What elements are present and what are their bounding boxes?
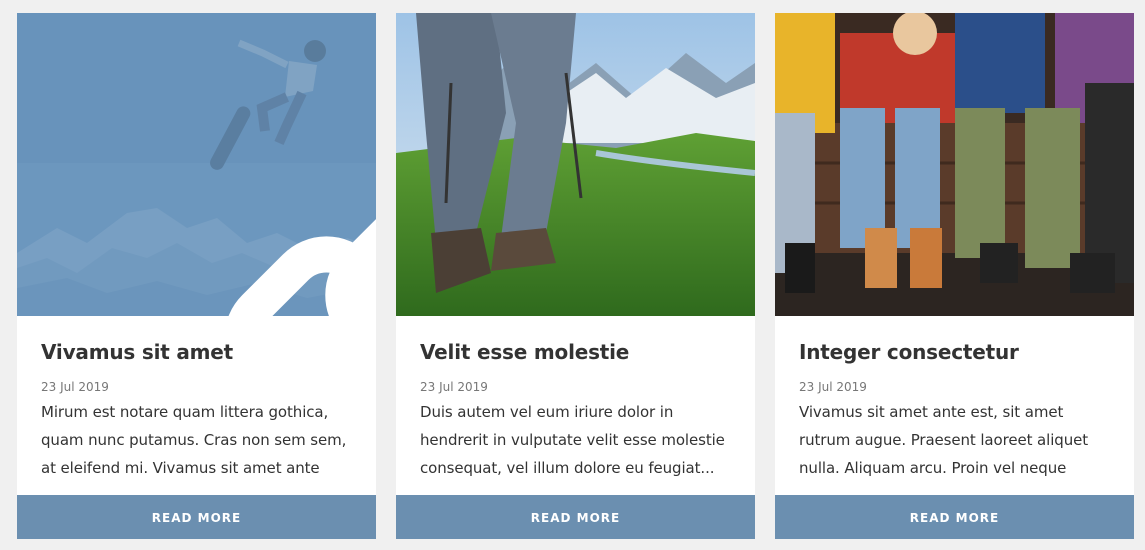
group-image <box>775 13 1134 316</box>
card-image-link[interactable] <box>775 13 1134 316</box>
card-title[interactable]: Vivamus sit amet <box>41 336 352 368</box>
blog-card: Integer consectetur 23 Jul 2019 Vivamus … <box>775 13 1134 539</box>
card-date: 23 Jul 2019 <box>799 380 867 394</box>
card-date: 23 Jul 2019 <box>420 380 488 394</box>
read-more-button[interactable]: READ MORE <box>17 495 376 539</box>
link-icon[interactable] <box>177 145 376 316</box>
card-excerpt: Duis autem vel eum iriure dolor in hendr… <box>420 403 725 477</box>
read-more-button[interactable]: READ MORE <box>396 495 755 539</box>
card-excerpt: Vivamus sit amet ante est, sit amet rutr… <box>799 403 1089 477</box>
blog-cards-grid: Vivamus sit amet 23 Jul 2019 Mirum est n… <box>17 13 1134 539</box>
hiker-image <box>396 13 755 316</box>
read-more-button[interactable]: READ MORE <box>775 495 1134 539</box>
card-title[interactable]: Integer consectetur <box>799 336 1110 368</box>
card-date: 23 Jul 2019 <box>41 380 109 394</box>
card-image-link[interactable] <box>17 13 376 316</box>
blog-card: Vivamus sit amet 23 Jul 2019 Mirum est n… <box>17 13 376 539</box>
blog-card: Velit esse molestie 23 Jul 2019 Duis aut… <box>396 13 755 539</box>
card-excerpt: Mirum est notare quam littera gothica, q… <box>41 403 347 477</box>
card-title[interactable]: Velit esse molestie <box>420 336 731 368</box>
card-image-link[interactable] <box>396 13 755 316</box>
